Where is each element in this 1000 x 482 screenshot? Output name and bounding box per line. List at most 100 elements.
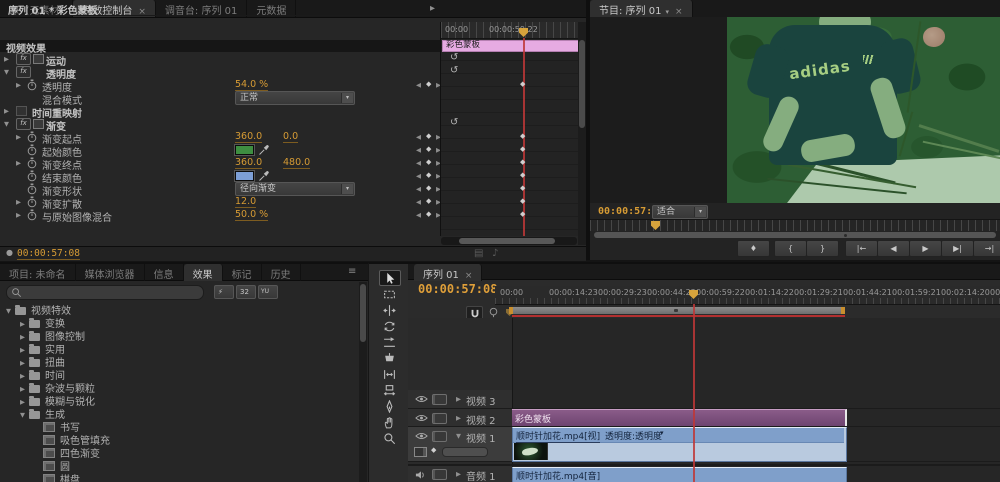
sync-lock-icon[interactable] xyxy=(432,394,447,405)
stopwatch-icon[interactable] xyxy=(27,196,37,208)
keyframe-icon[interactable]: ◆ xyxy=(520,171,525,179)
add-keyframe-icon[interactable]: ◆ xyxy=(426,197,431,205)
ec-collapse-icon[interactable]: ▶ xyxy=(430,4,439,12)
twirl-icon[interactable]: ▶ xyxy=(20,346,29,354)
twirl-icon[interactable]: ▶ xyxy=(16,133,25,141)
ec-row-ramp-end[interactable]: ▶ 渐变终点 360.0 480.0 ◀ ◆ ▶ xyxy=(0,156,441,172)
keyframe-icon[interactable]: ◆ xyxy=(520,132,525,140)
ec-ramp-end-y[interactable]: 480.0 xyxy=(283,157,311,169)
prev-keyframe-icon[interactable]: ◀ xyxy=(416,198,421,206)
reset-effect-icon[interactable]: ↺ xyxy=(450,52,458,63)
step-forward-button[interactable]: ▶| xyxy=(941,240,974,257)
ec-ramp-start-x[interactable]: 360.0 xyxy=(235,131,263,143)
clip-video1-fx-label[interactable]: 透明度:透明度 xyxy=(605,429,662,442)
add-marker-button[interactable]: ♦ xyxy=(737,240,770,257)
twirl-icon[interactable]: ▼ xyxy=(6,307,15,315)
track-header-video1[interactable]: ▼ 视频 1 ◆ xyxy=(408,427,512,462)
tab-sequence[interactable]: 序列 01 × xyxy=(414,264,483,281)
set-encore-marker-icon[interactable] xyxy=(488,307,499,318)
twirl-icon[interactable]: ▶ xyxy=(16,81,25,89)
prev-keyframe-icon[interactable]: ◀ xyxy=(416,172,421,180)
ec-lane-hscroll-thumb[interactable] xyxy=(459,238,555,244)
tab-program[interactable]: 节目: 序列 01 ▾ × xyxy=(590,0,693,17)
yuv-filter-button[interactable]: YU xyxy=(258,285,278,299)
stopwatch-icon[interactable] xyxy=(27,157,37,169)
track-header-video3[interactable]: ▶ 视频 3 xyxy=(408,390,512,409)
selection-tool-icon[interactable] xyxy=(379,270,401,286)
twirl-icon[interactable]: ▶ xyxy=(456,395,465,403)
stopwatch-icon[interactable] xyxy=(27,144,37,156)
fx-badge[interactable]: fx xyxy=(16,66,31,78)
ec-row-opacity-group[interactable]: ▼ fx 透明度 xyxy=(0,65,440,81)
ec-opacity-value[interactable]: 54.0 % xyxy=(235,79,269,91)
mark-in-button[interactable]: { xyxy=(774,240,807,257)
ripple-edit-tool-icon[interactable] xyxy=(379,303,399,317)
stopwatch-icon[interactable] xyxy=(27,170,37,182)
eye-icon[interactable] xyxy=(415,432,428,440)
razor-tool-icon[interactable] xyxy=(379,351,399,365)
speaker-icon[interactable] xyxy=(415,470,426,480)
prev-keyframe-icon[interactable]: ◀ xyxy=(416,185,421,193)
32bit-filter-button[interactable]: 32 xyxy=(236,285,256,299)
ramp-shape-select[interactable]: 径向渐变 ▾ xyxy=(235,182,355,196)
add-keyframe-icon[interactable]: ◆ xyxy=(426,145,431,153)
toggle-effects-icon[interactable]: ▤ xyxy=(474,248,483,259)
add-keyframe-icon[interactable]: ◆ xyxy=(426,80,431,88)
show-keyframes-icon[interactable]: ◆ xyxy=(431,446,436,454)
chevron-down-icon[interactable]: ▾ xyxy=(660,429,664,437)
track-content-video2[interactable]: 彩色蒙板 xyxy=(512,409,1000,427)
ec-blend-original-value[interactable]: 50.0 % xyxy=(235,209,269,221)
tab-markers[interactable]: 标记 xyxy=(223,264,262,281)
eye-icon[interactable] xyxy=(415,414,428,422)
eyedropper-icon[interactable] xyxy=(258,144,270,156)
ec-row-start-color[interactable]: 起始颜色 ◀ ◆ ▶ xyxy=(0,143,441,159)
rolling-edit-tool-icon[interactable] xyxy=(379,319,399,333)
eyedropper-icon[interactable] xyxy=(258,170,270,182)
add-keyframe-icon[interactable]: ◆ xyxy=(426,132,431,140)
goto-in-button[interactable]: |← xyxy=(845,240,878,257)
track-header-audio1[interactable]: ▶ 音频 1 xyxy=(408,464,512,482)
twirl-icon[interactable]: ▼ xyxy=(456,432,465,440)
display-style-icon[interactable] xyxy=(414,447,427,457)
stopwatch-icon[interactable] xyxy=(27,183,37,195)
twirl-icon[interactable]: ▶ xyxy=(456,470,465,478)
track-content-video3[interactable] xyxy=(512,390,1000,409)
tab-info[interactable]: 信息 xyxy=(145,264,184,281)
zoom-level-select[interactable]: 适合 ▾ xyxy=(652,205,708,219)
prev-keyframe-icon[interactable]: ◀ xyxy=(416,146,421,154)
pen-tool-icon[interactable] xyxy=(379,399,399,413)
ec-vscrollbar[interactable] xyxy=(578,22,586,245)
ec-ramp-scatter-value[interactable]: 12.0 xyxy=(235,196,257,208)
ec-row-ramp-scatter[interactable]: ▶ 渐变扩散 12.0 ◀ ◆ ▶ xyxy=(0,195,441,211)
fx-badge[interactable]: fx xyxy=(16,118,31,130)
twirl-icon[interactable]: ▶ xyxy=(20,372,29,380)
stopwatch-icon[interactable] xyxy=(27,209,37,221)
ec-row-ramp-group[interactable]: ▼ fx 渐变 xyxy=(0,117,440,133)
sync-lock-icon[interactable] xyxy=(432,413,447,424)
ec-row-motion[interactable]: ▶ fx 运动 xyxy=(0,52,440,68)
twirl-icon[interactable]: ▼ xyxy=(4,68,13,76)
ec-row-end-color[interactable]: 结束颜色 ◀ ◆ ▶ xyxy=(0,169,441,185)
work-area-end-handle[interactable] xyxy=(841,307,845,314)
program-playhead-marker[interactable] xyxy=(651,221,660,230)
work-area-bar[interactable] xyxy=(509,307,845,314)
twirl-icon[interactable]: ▶ xyxy=(4,107,13,115)
prev-keyframe-icon[interactable]: ◀ xyxy=(416,159,421,167)
effects-vscroll-thumb[interactable] xyxy=(360,284,366,342)
twirl-icon[interactable]: ▶ xyxy=(20,359,29,367)
program-zoom-scrollbar[interactable] xyxy=(594,232,996,238)
prev-keyframe-icon[interactable]: ◀ xyxy=(416,211,421,219)
ec-ramp-end-x[interactable]: 360.0 xyxy=(235,157,263,169)
blend-mode-select[interactable]: 正常 ▾ xyxy=(235,91,355,105)
program-video-frame[interactable]: adidas xyxy=(727,17,1000,203)
keyframe-icon[interactable]: ◆ xyxy=(520,210,525,218)
ec-row-blend-original[interactable]: ▶ 与原始图像混合 50.0 % ◀ ◆ ▶ xyxy=(0,208,441,224)
fx-badge[interactable]: fx xyxy=(16,53,31,65)
ec-row-opacity[interactable]: ▶ 透明度 54.0 % ◀ ◆ ▶ xyxy=(0,78,441,94)
ec-keyframe-lane[interactable]: 00:00 00:00:59:22 彩色蒙板 ↺ ↺ ↺ ◆ ◆ ◆ ◆ ◆ ◆… xyxy=(440,22,579,236)
reset-effect-icon[interactable]: ↺ xyxy=(450,117,458,128)
search-input[interactable] xyxy=(24,286,200,300)
track-select-tool-icon[interactable] xyxy=(379,287,399,301)
ec-ramp-start-y[interactable]: 0.0 xyxy=(283,131,299,143)
goto-out-button[interactable]: →| xyxy=(973,240,1000,257)
